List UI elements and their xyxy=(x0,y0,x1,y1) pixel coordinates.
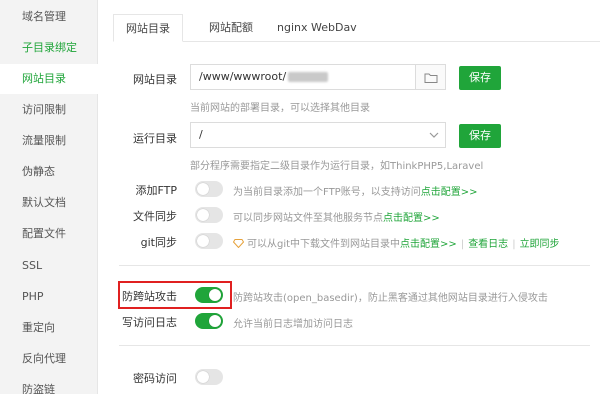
folder-button[interactable] xyxy=(416,64,446,90)
ftp-toggle[interactable] xyxy=(195,181,223,197)
sidebar-item-redirect[interactable]: 重定向 xyxy=(0,313,98,343)
separator: | xyxy=(512,239,516,250)
anti-xss-toggle[interactable] xyxy=(195,287,223,303)
filesync-desc: 可以同步网站文件至其他服务节点点击配置>> xyxy=(233,213,440,224)
sidebar-item-domain[interactable]: 域名管理 xyxy=(0,2,98,32)
filesync-config-link[interactable]: 点击配置>> xyxy=(383,213,440,224)
chevron-down-icon xyxy=(429,132,439,138)
sidebar-item-hotlink[interactable]: 防盗链 xyxy=(0,375,98,394)
access-log-toggle[interactable] xyxy=(195,313,223,329)
sync-now-link[interactable]: 立即同步 xyxy=(520,239,560,250)
sidebar-item-traffic-limit[interactable]: 流量限制 xyxy=(0,126,98,156)
ftp-config-link[interactable]: 点击配置>> xyxy=(421,187,478,198)
sidebar-item-site-dir[interactable]: 网站目录 xyxy=(0,64,98,94)
sidebar-item-access-limit[interactable]: 访问限制 xyxy=(0,95,98,125)
anti-xss-desc: 防跨站攻击(open_basedir)，防止黑客通过其他网站目录进行入侵攻击 xyxy=(233,293,548,304)
ftp-desc: 为当前目录添加一个FTP账号，以支持访问点击配置>> xyxy=(233,187,478,198)
site-dir-hint: 当前网站的部署目录，可以选择其他目录 xyxy=(190,103,370,114)
sidebar-item-subdir[interactable]: 子目录绑定 xyxy=(0,33,98,63)
access-log-label: 写访问日志 xyxy=(122,316,177,329)
tab-site-dir[interactable]: 网站目录 xyxy=(113,14,183,42)
tab-site-quota[interactable]: 网站配额 xyxy=(197,14,265,42)
site-dir-label: 网站目录 xyxy=(133,73,177,86)
gitsync-label: git同步 xyxy=(140,236,177,249)
ftp-label: 添加FTP xyxy=(135,184,178,197)
sidebar-item-default-doc[interactable]: 默认文档 xyxy=(0,188,98,218)
main-panel: 网站目录 网站配额 nginx WebDav 网站目录 /www/wwwroot… xyxy=(99,0,600,394)
sidebar-item-proxy[interactable]: 反向代理 xyxy=(0,344,98,374)
site-dir-value: /www/wwwroot/ xyxy=(199,70,287,83)
sidebar-item-rewrite[interactable]: 伪静态 xyxy=(0,157,98,187)
divider xyxy=(119,265,590,266)
gitsync-desc: 可以从git中下载文件到网站目录中点击配置>> | 查看日志 | 立即同步 xyxy=(232,235,560,250)
folder-icon xyxy=(424,73,438,83)
sidebar-item-php[interactable]: PHP xyxy=(0,282,98,312)
access-log-desc: 允许当前日志增加访问日志 xyxy=(233,319,353,330)
run-dir-value: / xyxy=(199,128,203,141)
tab-bar: 网站目录 网站配额 nginx WebDav xyxy=(113,14,600,42)
run-dir-label: 运行目录 xyxy=(133,132,177,145)
divider xyxy=(119,345,590,346)
view-log-link[interactable]: 查看日志 xyxy=(468,239,508,250)
sidebar-item-ssl[interactable]: SSL xyxy=(0,251,98,281)
redacted-path xyxy=(288,72,329,82)
run-dir-save-button[interactable]: 保存 xyxy=(459,124,501,148)
tab-webdav[interactable]: nginx WebDav xyxy=(265,14,369,42)
diamond-icon xyxy=(232,239,245,249)
password-toggle[interactable] xyxy=(195,369,223,385)
gitsync-config-link[interactable]: 点击配置>> xyxy=(400,239,457,250)
site-dir-input[interactable]: /www/wwwroot/ xyxy=(190,64,416,90)
filesync-label: 文件同步 xyxy=(133,210,177,223)
separator: | xyxy=(460,239,465,250)
sidebar: 域名管理 子目录绑定 网站目录 访问限制 流量限制 伪静态 默认文档 配置文件 … xyxy=(0,0,98,394)
run-dir-hint: 部分程序需要指定二级目录作为运行目录，如ThinkPHP5,Laravel xyxy=(190,161,484,172)
sidebar-item-config[interactable]: 配置文件 xyxy=(0,219,98,249)
password-label: 密码访问 xyxy=(133,372,177,385)
anti-xss-label: 防跨站攻击 xyxy=(122,290,177,303)
run-dir-select[interactable]: / xyxy=(190,122,446,148)
filesync-toggle[interactable] xyxy=(195,207,223,223)
gitsync-toggle[interactable] xyxy=(195,233,223,249)
site-dir-save-button[interactable]: 保存 xyxy=(459,66,501,90)
